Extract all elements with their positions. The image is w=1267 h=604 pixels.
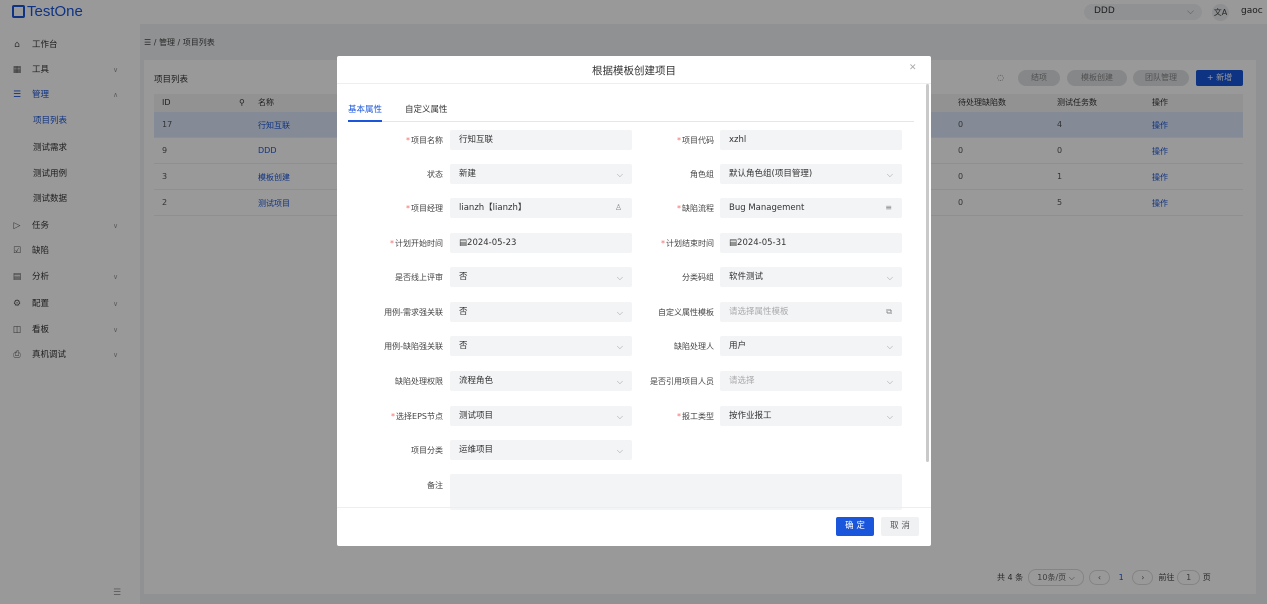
remark-textarea[interactable] (450, 474, 902, 510)
project-category-select[interactable]: 运维项目 ⌵ (450, 440, 632, 460)
bug-flow-picker[interactable]: Bug Management ≡ (720, 198, 902, 218)
plan-end-label: *计划结束时间 (661, 239, 714, 248)
project-code-label: *项目代码 (677, 136, 714, 145)
report-type-label: *报工类型 (677, 412, 714, 421)
category-code-select[interactable]: 软件测试 ⌵ (720, 267, 902, 287)
chevron-down-icon: ⌵ (886, 273, 893, 282)
role-group-select[interactable]: 默认角色组(项目管理) ⌵ (720, 164, 902, 184)
active-tab-indicator (348, 120, 382, 122)
ref-members-label: 是否引用项目人员 (650, 377, 714, 386)
tabs-divider (348, 121, 914, 122)
dialog-scrollbar[interactable] (926, 84, 929, 462)
cancel-button[interactable]: 取 消 (881, 517, 919, 536)
bug-handler-label: 缺陷处理人 (674, 342, 714, 351)
case-req-link-label: 用例-需求强关联 (384, 308, 443, 317)
bug-permission-label: 缺陷处理权限 (395, 377, 443, 386)
report-type-select[interactable]: 按作业报工 ⌵ (720, 406, 902, 426)
role-group-label: 角色组 (690, 170, 714, 179)
menu-icon: ≡ (885, 203, 892, 212)
calendar-icon: ▤ (459, 238, 468, 248)
chevron-down-icon: ⌵ (886, 170, 893, 179)
chevron-down-icon: ⌵ (886, 412, 893, 421)
create-from-template-dialog: 根据模板创建项目 ✕ 基本属性 自定义属性 *项目名称 行知互联 *项目代码 x… (337, 56, 931, 546)
manager-picker[interactable]: lianzh【lianzh】 ♙ (450, 198, 632, 218)
status-label: 状态 (427, 170, 443, 179)
bug-flow-label: *缺陷流程 (677, 204, 714, 213)
calendar-icon: ▤ (729, 238, 738, 248)
ref-members-select[interactable]: 请选择 ⌵ (720, 371, 902, 391)
custom-template-picker[interactable]: 请选择属性模板 ⧉ (720, 302, 902, 322)
copy-icon: ⧉ (886, 307, 892, 316)
divider (337, 83, 931, 84)
project-category-label: 项目分类 (411, 446, 443, 455)
case-bug-link-label: 用例-缺陷强关联 (384, 342, 443, 351)
case-req-link-select[interactable]: 否 ⌵ (450, 302, 632, 322)
chevron-down-icon: ⌵ (886, 377, 893, 386)
confirm-button[interactable]: 确 定 (836, 517, 874, 536)
close-icon[interactable]: ✕ (909, 63, 917, 73)
chevron-down-icon: ⌵ (616, 446, 623, 455)
custom-template-label: 自定义属性模板 (658, 308, 714, 317)
tab-basic-attributes[interactable]: 基本属性 (348, 103, 382, 115)
eps-node-label: *选择EPS节点 (391, 412, 443, 421)
case-bug-link-select[interactable]: 否 ⌵ (450, 336, 632, 356)
plan-start-date-input[interactable]: ▤2024-05-23 (450, 233, 632, 253)
divider (337, 507, 931, 508)
status-select[interactable]: 新建 ⌵ (450, 164, 632, 184)
tab-custom-attributes[interactable]: 自定义属性 (405, 103, 448, 115)
plan-start-label: *计划开始时间 (390, 239, 443, 248)
project-code-input[interactable]: xzhl (720, 130, 902, 150)
category-code-label: 分类码组 (682, 273, 714, 282)
chevron-down-icon: ⌵ (886, 342, 893, 351)
dialog-title: 根据模板创建项目 (592, 65, 676, 77)
online-review-label: 是否线上评审 (395, 273, 443, 282)
bug-handler-select[interactable]: 用户 ⌵ (720, 336, 902, 356)
manager-label: *项目经理 (406, 204, 443, 213)
online-review-select[interactable]: 否 ⌵ (450, 267, 632, 287)
eps-node-select[interactable]: 测试项目 ⌵ (450, 406, 632, 426)
plan-end-date-input[interactable]: ▤2024-05-31 (720, 233, 902, 253)
remark-label: 备注 (427, 481, 443, 490)
project-name-label: *项目名称 (406, 136, 443, 145)
bug-permission-select[interactable]: 流程角色 ⌵ (450, 371, 632, 391)
project-name-input[interactable]: 行知互联 (450, 130, 632, 150)
